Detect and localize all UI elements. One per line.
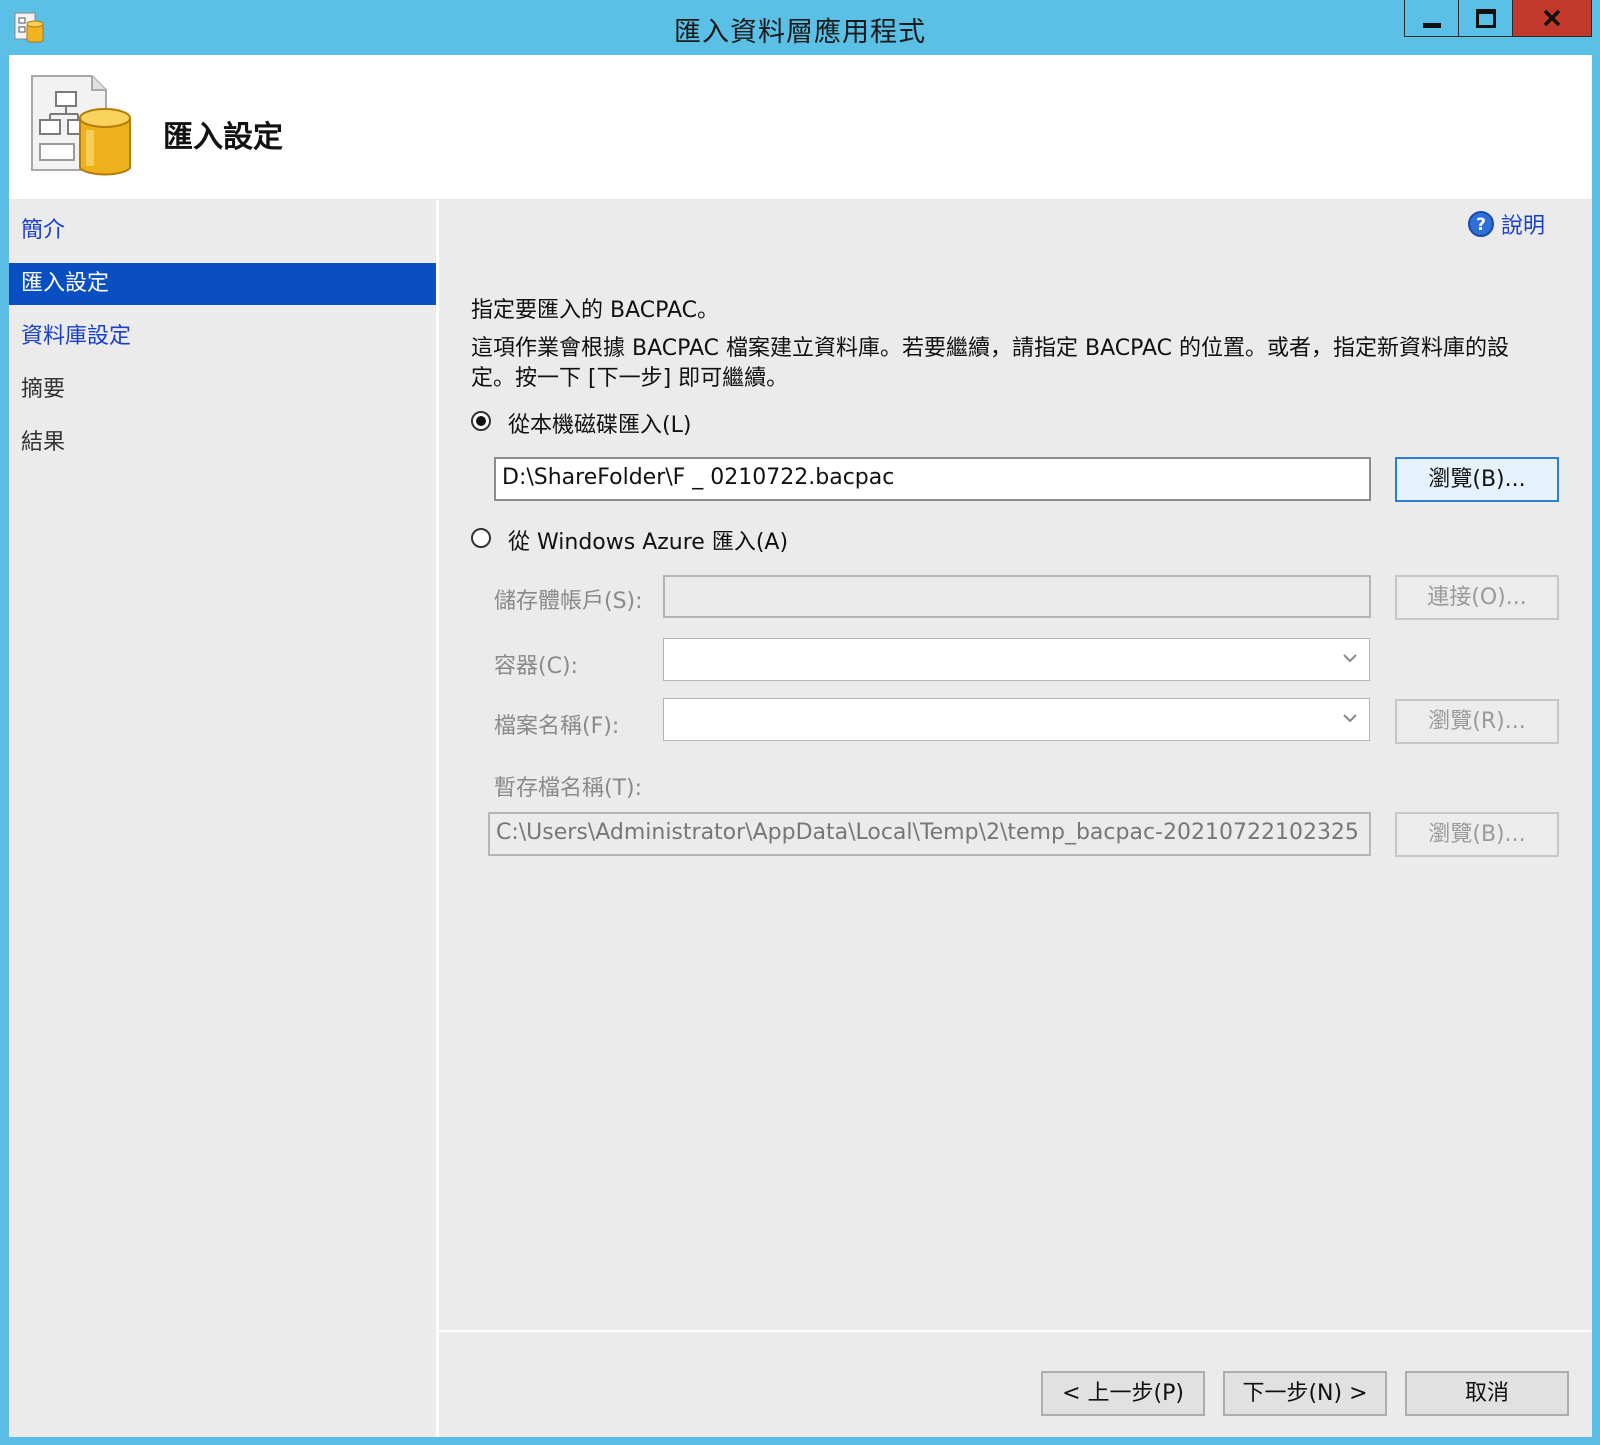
azure-label[interactable]: 從 Windows Azure 匯入(A) bbox=[508, 524, 788, 556]
local-disk-radio[interactable] bbox=[471, 411, 491, 431]
help-icon: ? bbox=[1468, 211, 1494, 237]
close-icon bbox=[1543, 9, 1561, 27]
browse-local-button[interactable]: 瀏覽(B)... bbox=[1395, 457, 1559, 502]
temp-filename-label: 暫存檔名稱(T): bbox=[494, 776, 643, 801]
maximize-icon bbox=[1475, 8, 1496, 28]
chevron-down-icon bbox=[1343, 654, 1357, 663]
section-heading: 指定要匯入的 BACPAC。 bbox=[471, 298, 719, 323]
filename-label: 檔案名稱(F): bbox=[494, 714, 620, 739]
azure-radio[interactable] bbox=[471, 528, 491, 548]
page-title: 匯入設定 bbox=[163, 120, 283, 155]
close-button[interactable] bbox=[1512, 0, 1592, 37]
window-title: 匯入資料層應用程式 bbox=[674, 17, 926, 48]
browse-temp-button[interactable]: 瀏覽(B)... bbox=[1395, 812, 1559, 857]
sidebar-item-summary: 摘要 bbox=[21, 377, 66, 402]
radio-selected-dot bbox=[476, 416, 486, 426]
help-label: 說明 bbox=[1501, 214, 1546, 239]
svg-text:?: ? bbox=[1476, 215, 1486, 235]
local-disk-label[interactable]: 從本機磁碟匯入(L) bbox=[508, 407, 691, 439]
help-link[interactable]: ? 說明 bbox=[1467, 208, 1545, 240]
minimize-button[interactable] bbox=[1404, 0, 1459, 37]
temp-filename-input[interactable]: C:\Users\Administrator\AppData\Local\Tem… bbox=[488, 812, 1371, 856]
browse-filename-button[interactable]: 瀏覽(R)... bbox=[1395, 699, 1559, 744]
next-button[interactable]: 下一步(N) > bbox=[1223, 1371, 1387, 1416]
minimize-icon bbox=[1422, 22, 1441, 28]
sidebar-item-results: 結果 bbox=[21, 430, 66, 455]
dac-database-icon bbox=[28, 72, 132, 180]
cancel-button[interactable]: 取消 bbox=[1405, 1371, 1569, 1416]
maximize-button[interactable] bbox=[1458, 0, 1513, 37]
footer-divider bbox=[438, 1330, 1592, 1332]
description-line-2: 定。按一下 [下一步] 即可繼續。 bbox=[471, 366, 789, 391]
sidebar-item-database-settings[interactable]: 資料庫設定 bbox=[9, 316, 436, 358]
container-select[interactable] bbox=[663, 638, 1370, 681]
chevron-down-icon bbox=[1343, 714, 1357, 723]
sidebar-item-intro[interactable]: 簡介 bbox=[9, 210, 436, 252]
sidebar-item-import-settings[interactable]: 匯入設定 bbox=[9, 263, 436, 305]
storage-account-input[interactable] bbox=[663, 575, 1371, 618]
storage-account-label: 儲存體帳戶(S): bbox=[494, 589, 643, 614]
container-label: 容器(C): bbox=[494, 654, 578, 679]
bacpac-path-input[interactable]: D:\ShareFolder\F _ 0210722.bacpac bbox=[494, 457, 1371, 501]
back-button[interactable]: < 上一步(P) bbox=[1041, 1371, 1205, 1416]
connect-button[interactable]: 連接(O)... bbox=[1395, 575, 1559, 620]
filename-select[interactable] bbox=[663, 698, 1370, 741]
description-line-1: 這項作業會根據 BACPAC 檔案建立資料庫。若要繼續，請指定 BACPAC 的… bbox=[471, 336, 1509, 361]
